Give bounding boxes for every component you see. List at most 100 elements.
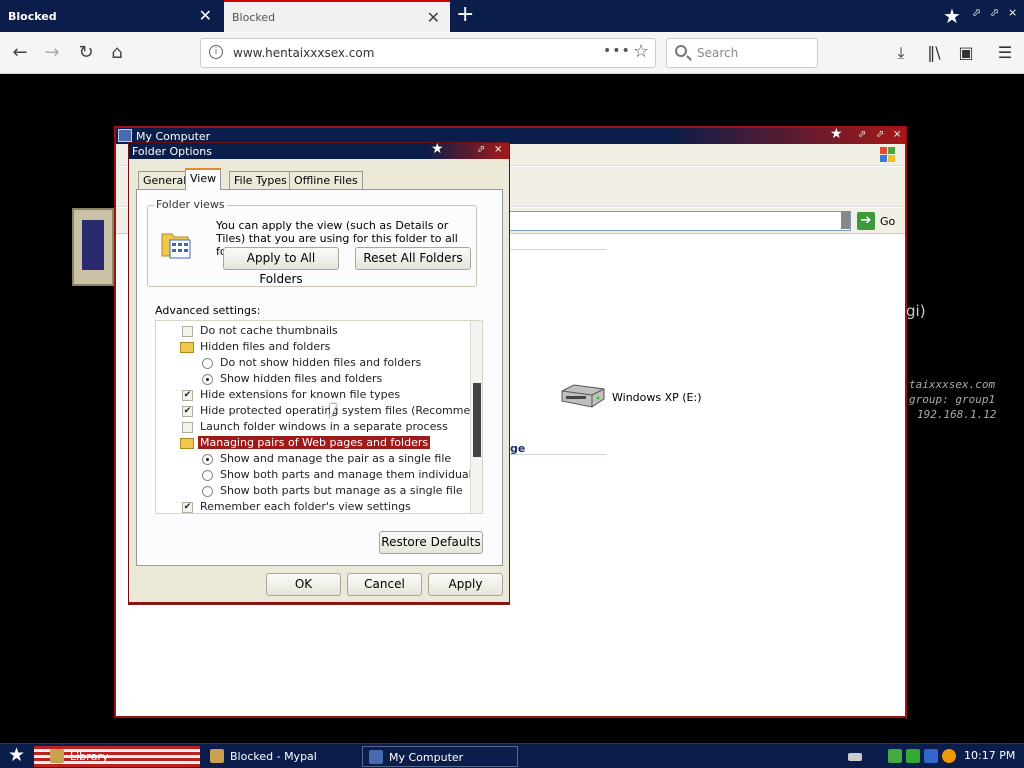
arrow-right-icon[interactable]: →: [40, 41, 64, 65]
keyboard-icon[interactable]: [848, 753, 862, 761]
taskbar-item-browser[interactable]: Blocked - Mypal: [204, 746, 354, 767]
star-icon: ★: [431, 141, 444, 157]
bookmark-star-icon[interactable]: ☆: [633, 41, 649, 62]
tab-file-types[interactable]: File Types: [229, 171, 292, 189]
close-window-icon[interactable]: ⨯: [1008, 6, 1017, 19]
security-shield-icon[interactable]: [924, 749, 938, 763]
ok-button[interactable]: OK: [266, 573, 341, 596]
checkbox[interactable]: [182, 406, 193, 417]
maximize-icon[interactable]: ⬀: [876, 129, 884, 140]
dialog-titlebar[interactable]: Folder Options ★ ⬀ ⨯: [129, 141, 509, 159]
close-window-icon[interactable]: ⨯: [494, 144, 502, 155]
network-icon[interactable]: [888, 749, 902, 763]
adv-item-label: Managing pairs of Web pages and folders: [198, 436, 431, 449]
terminal-line: taixxxsex.com: [909, 378, 996, 391]
drive-label[interactable]: Windows XP (E:): [612, 391, 702, 404]
address-input[interactable]: [506, 211, 851, 231]
minimize-icon[interactable]: ⬀: [477, 144, 485, 155]
folder-views-group: Folder views You can apply the view (suc…: [147, 198, 477, 287]
terminal-line: 192.168.1.12: [917, 408, 997, 421]
folder-icon: [180, 438, 194, 449]
browser-icon: [210, 749, 224, 763]
adv-item-label: Show and manage the pair as a single fil…: [220, 452, 452, 465]
radio-button[interactable]: [202, 486, 213, 497]
url-text[interactable]: www.hentaixxxsex.com: [233, 46, 374, 60]
close-tab-icon[interactable]: ✕: [199, 8, 212, 24]
browser-nav-bar: ← → ↻ ⌂ i www.hentaixxxsex.com ••• ☆ Sea…: [0, 32, 1024, 74]
download-icon[interactable]: ⤓: [890, 42, 912, 64]
star-icon: ★: [943, 4, 961, 28]
page-actions-icon[interactable]: •••: [603, 43, 631, 59]
tab-label: Blocked: [232, 10, 276, 24]
computer-graphic: [72, 208, 114, 286]
reset-all-folders-button[interactable]: Reset All Folders: [355, 247, 471, 270]
checkbox[interactable]: [182, 422, 193, 433]
reload-icon[interactable]: ↻: [74, 41, 98, 65]
adv-item-label: Show both parts and manage them individu…: [220, 468, 482, 481]
adv-item-label: Do not cache thumbnails: [200, 324, 338, 337]
radio-button[interactable]: [202, 470, 213, 481]
folder-icon: [180, 342, 194, 353]
advanced-settings-label: Advanced settings:: [155, 304, 261, 317]
radio-button[interactable]: [202, 454, 213, 465]
sidebar-icon[interactable]: ▣: [955, 42, 977, 64]
folder-options-dialog: Folder Options ★ ⬀ ⨯ General View File T…: [128, 141, 510, 605]
go-arrow-icon[interactable]: ➔: [857, 212, 875, 230]
browser-tab-active[interactable]: Blocked ✕: [224, 0, 450, 32]
url-bar[interactable]: i www.hentaixxxsex.com ••• ☆: [200, 38, 656, 68]
apply-button[interactable]: Apply: [428, 573, 503, 596]
taskbar-item-library[interactable]: Library: [44, 746, 194, 767]
minimize-icon[interactable]: ⬀: [858, 129, 866, 140]
clock: 10:17 PM: [964, 749, 1016, 762]
cancel-button[interactable]: Cancel: [347, 573, 422, 596]
search-tray-icon[interactable]: [942, 749, 956, 763]
apply-to-all-folders-button[interactable]: Apply to All Folders: [223, 247, 339, 286]
minimize-icon[interactable]: ⬀: [972, 6, 981, 19]
scrollbar-thumb[interactable]: [473, 383, 481, 457]
restore-defaults-button[interactable]: Restore Defaults: [379, 531, 483, 554]
search-input[interactable]: Search: [666, 38, 818, 68]
checkbox[interactable]: [182, 326, 193, 337]
taskbar-item-my-computer[interactable]: My Computer: [362, 746, 518, 767]
library-icon: [50, 749, 64, 763]
tab-view[interactable]: View: [185, 168, 222, 190]
maximize-icon[interactable]: ⬀: [990, 6, 999, 19]
computer-icon: [118, 129, 132, 142]
star-icon: ★: [830, 126, 843, 142]
computer-icon: [369, 750, 383, 764]
adv-item-label: Do not show hidden files and folders: [220, 356, 422, 369]
library-icon[interactable]: ‖\: [923, 42, 945, 64]
radio-button[interactable]: [202, 374, 213, 385]
hard-drive-icon[interactable]: [558, 383, 606, 409]
search-placeholder: Search: [697, 46, 739, 60]
advanced-settings-list[interactable]: Do not cache thumbnails Hidden files and…: [155, 320, 483, 514]
adv-item-label: Launch folder windows in a separate proc…: [200, 420, 448, 433]
search-icon: [675, 45, 687, 57]
taskbar-item-label: My Computer: [389, 751, 464, 764]
start-button-star-icon[interactable]: ★: [8, 744, 25, 766]
go-button[interactable]: Go: [880, 215, 895, 228]
shield-icon[interactable]: [906, 749, 920, 763]
checkbox[interactable]: [182, 390, 193, 401]
browser-tab[interactable]: Blocked ✕: [0, 0, 222, 32]
adv-item-label: Remember each folder's view settings: [200, 500, 411, 513]
tab-general[interactable]: General: [138, 171, 192, 189]
taskbar-item-label: Library: [70, 750, 109, 763]
browser-tab-bar: Blocked ✕ Blocked ✕ + ★ ⬀ ⬀ ⨯: [0, 0, 1024, 32]
taskbar: ★ Library Blocked - Mypal My Computer 10…: [0, 743, 1024, 768]
close-tab-icon[interactable]: ✕: [427, 10, 440, 26]
windows-logo-icon: [880, 147, 896, 163]
checkbox[interactable]: [182, 502, 193, 513]
address-dropdown[interactable]: [841, 211, 850, 229]
close-window-icon[interactable]: ⨯: [893, 129, 901, 140]
arrow-left-icon[interactable]: ←: [8, 41, 32, 65]
section-divider: [510, 249, 606, 250]
tab-offline-files[interactable]: Offline Files: [289, 171, 363, 189]
new-tab-icon[interactable]: +: [456, 4, 474, 26]
scrollbar[interactable]: [470, 321, 482, 513]
adv-item-label: Hide extensions for known file types: [200, 388, 401, 401]
hamburger-menu-icon[interactable]: ☰: [994, 42, 1016, 64]
info-icon[interactable]: i: [209, 45, 223, 59]
radio-button[interactable]: [202, 358, 213, 369]
home-icon[interactable]: ⌂: [105, 41, 129, 65]
